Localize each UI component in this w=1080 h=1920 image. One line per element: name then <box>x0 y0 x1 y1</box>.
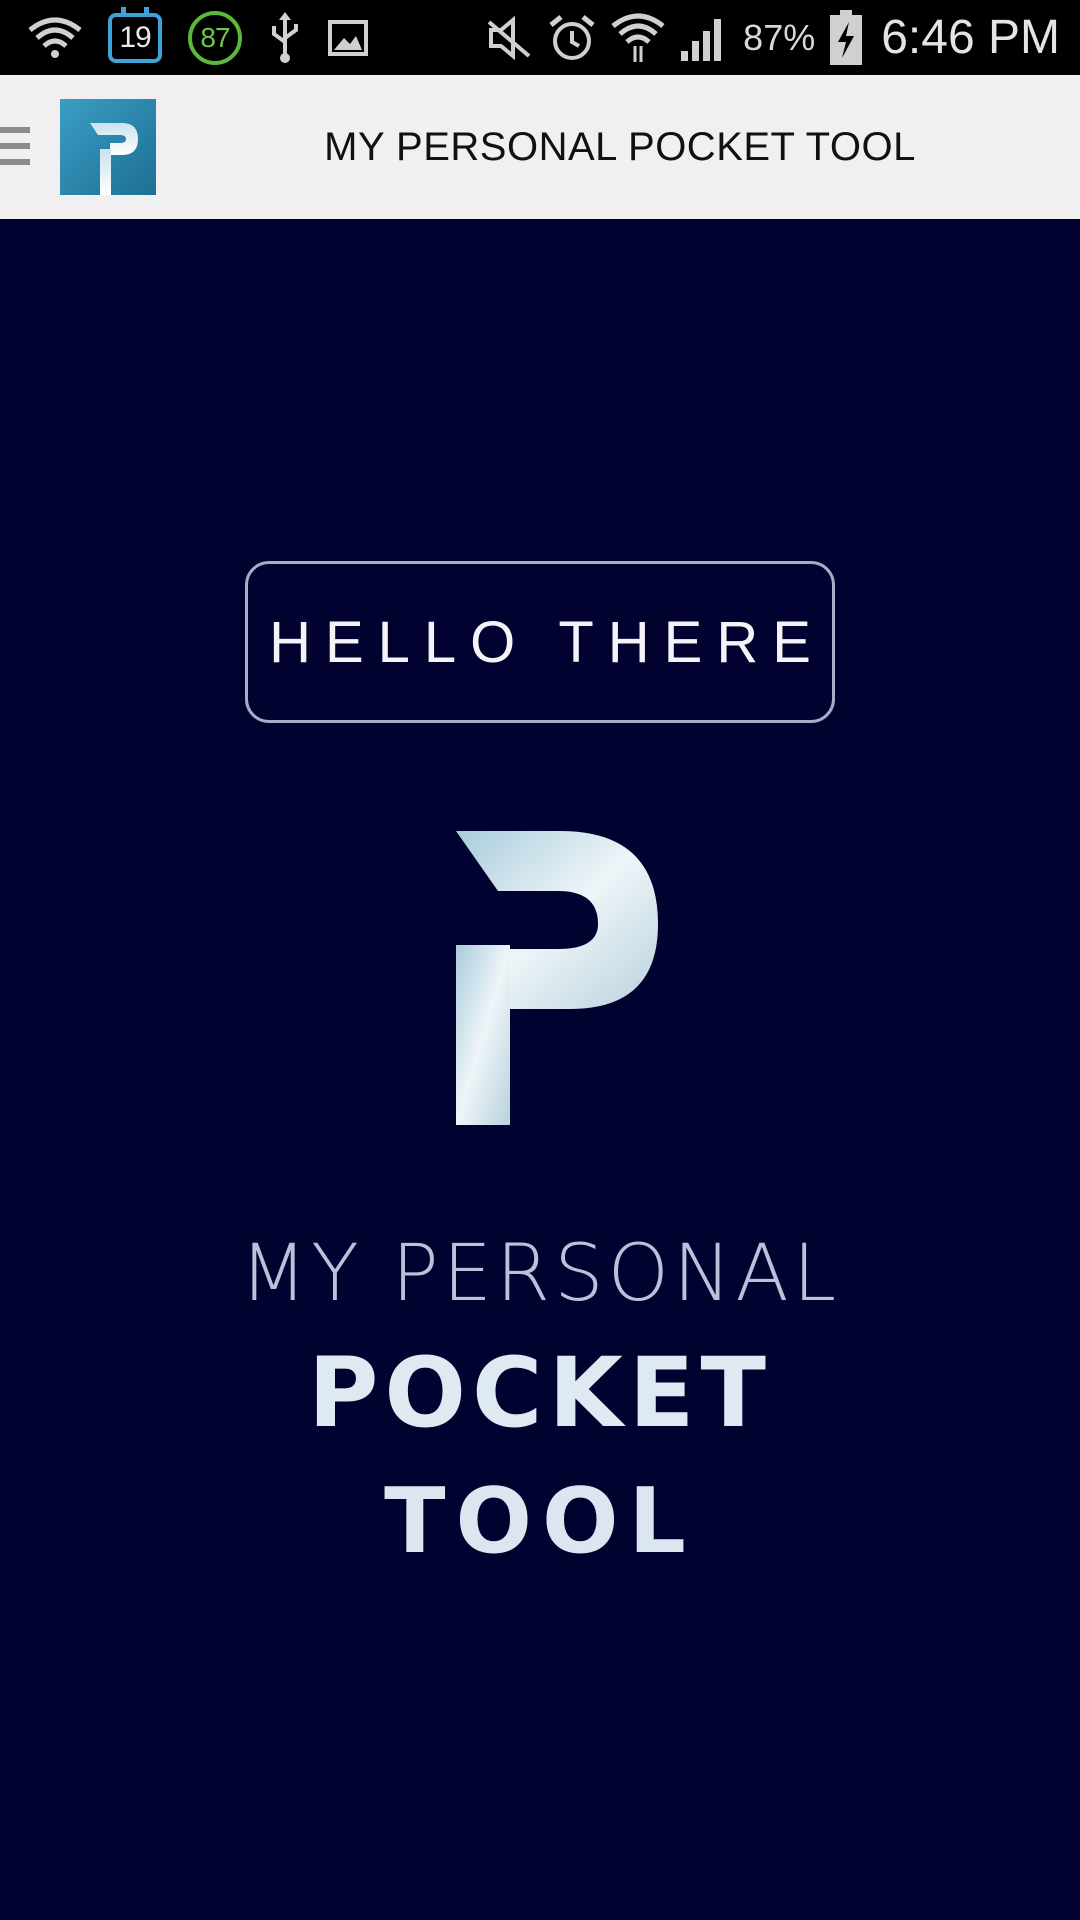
menu-bar <box>0 127 30 133</box>
battery-charging-icon <box>829 9 863 66</box>
calendar-icon: 19 <box>108 6 162 63</box>
alarm-icon <box>547 13 597 63</box>
clock: 6:46 PM <box>881 11 1060 64</box>
p-logo-icon[interactable] <box>60 99 156 195</box>
wifi-icon <box>611 12 665 64</box>
hello-there-button[interactable]: HELLO THERE <box>245 561 835 723</box>
menu-bar <box>0 143 30 149</box>
usb-icon <box>268 11 302 64</box>
wifi-question-icon <box>28 16 82 60</box>
battery-percent: 87% <box>743 16 816 58</box>
hamburger-icon[interactable] <box>0 127 30 169</box>
app-title: MY PERSONAL POCKET TOOL <box>324 124 916 169</box>
calendar-day: 19 <box>119 20 151 54</box>
app-header: MY PERSONAL POCKET TOOL <box>0 75 1080 219</box>
status-bar: 19 87 87% 6:46 PM <box>0 0 1080 75</box>
brand-line-tool: TOOL <box>384 1469 696 1574</box>
image-icon <box>328 19 368 56</box>
big-p-logo <box>456 831 658 1125</box>
circle-87-icon: 87 <box>188 10 242 65</box>
status-bar-right: 87% 6:46 PM <box>471 9 1060 66</box>
menu-bar <box>0 159 30 165</box>
status-bar-left: 19 87 <box>28 6 394 65</box>
brand-line-pocket: POCKET <box>308 1337 772 1449</box>
signal-icon <box>679 13 729 63</box>
circle-badge-value: 87 <box>200 21 230 53</box>
brand-line-my-personal: MY PERSONAL <box>239 1229 841 1319</box>
splash-screen: HELLO THERE MY PERSONAL POCKET TOOL <box>0 219 1080 1920</box>
mute-icon <box>485 15 533 60</box>
